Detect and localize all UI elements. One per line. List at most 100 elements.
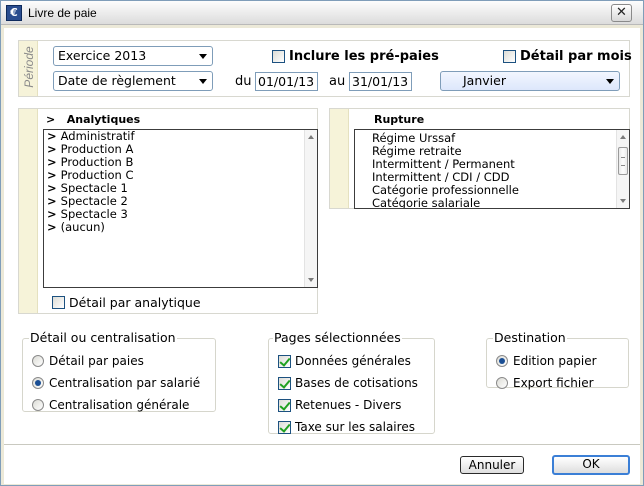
date-from-input[interactable]: 01/01/13 xyxy=(255,72,318,91)
analytiques-list[interactable]: > Administratif > Production A > Production B… xyxy=(43,129,318,288)
close-button[interactable]: ✕ xyxy=(611,4,632,22)
du-label: du xyxy=(235,74,252,89)
expand-marker-icon: > xyxy=(47,168,57,182)
radio-label: Détail par paies xyxy=(49,354,144,368)
page-checkbox[interactable]: Taxe sur les salaires xyxy=(278,420,415,434)
rupture-header: Rupture xyxy=(374,113,425,126)
checkbox-icon xyxy=(272,50,285,63)
ok-button[interactable]: OK xyxy=(552,455,630,475)
page-checkbox[interactable]: Données générales xyxy=(278,354,411,368)
page-checkbox[interactable]: Retenues - Divers xyxy=(278,398,401,412)
detail-centralisation-group: Détail ou centralisation Détail par paie… xyxy=(22,330,216,412)
detail-par-mois-label: Détail par mois xyxy=(520,49,632,64)
rupture-list[interactable]: Régime Urssaf Régime retraite Intermittent… xyxy=(354,129,630,209)
radio-label: Centralisation par salarié xyxy=(49,376,201,390)
list-item-label: Spectacle 1 xyxy=(60,181,128,195)
page-checkbox-label: Retenues - Divers xyxy=(295,398,402,412)
scroll-up-icon[interactable] xyxy=(620,135,626,139)
periode-section: Période Exercice 2013 Date de règlement … xyxy=(18,40,632,97)
radio-label: Export fichier xyxy=(513,376,594,390)
page-checkbox-label: Taxe sur les salaires xyxy=(295,420,415,434)
detail-par-analytique-checkbox[interactable]: Détail par analytique xyxy=(52,295,201,310)
page-checkbox[interactable]: Bases de cotisations xyxy=(278,376,418,390)
analytiques-header-label: Analytiques xyxy=(66,113,141,126)
rupture-tab xyxy=(330,109,349,208)
radio-icon xyxy=(32,355,44,367)
radio-option[interactable]: Edition papier xyxy=(496,354,597,368)
app-euro-icon: € xyxy=(6,5,22,21)
list-item[interactable]: > (aucun) xyxy=(44,221,317,234)
dialog-window: € Livre de paie ✕ Période Exercice 2013 … xyxy=(0,0,644,486)
checkbox-icon xyxy=(278,354,291,368)
radio-option[interactable]: Export fichier xyxy=(496,376,594,390)
list-item-label: (aucun) xyxy=(60,220,105,234)
radio-label: Centralisation générale xyxy=(49,398,190,412)
scroll-up-icon[interactable] xyxy=(308,135,314,139)
destination-title: Destination xyxy=(493,330,567,345)
radio-icon xyxy=(496,377,508,389)
pages-selectionnees-group: Pages sélectionnées Données générales Bas… xyxy=(268,330,435,434)
periode-label: Période xyxy=(22,46,36,88)
radio-icon xyxy=(32,399,44,411)
exercice-select[interactable]: Exercice 2013 xyxy=(53,46,213,66)
scroll-down-icon[interactable] xyxy=(308,278,314,282)
footer-divider xyxy=(4,444,640,445)
date-type-value: Date de règlement xyxy=(58,73,176,88)
list-item-label: Spectacle 3 xyxy=(60,207,128,221)
cancel-button[interactable]: Annuler xyxy=(460,456,524,474)
checkbox-icon xyxy=(278,420,291,434)
radio-icon xyxy=(496,355,508,367)
chevron-down-icon xyxy=(199,54,207,59)
pages-selectionnees-title: Pages sélectionnées xyxy=(273,330,402,345)
expand-marker-icon: > xyxy=(47,194,57,208)
expand-marker-icon: > xyxy=(47,155,57,169)
header-marker: > xyxy=(46,113,56,126)
page-checkbox-label: Données générales xyxy=(295,354,411,368)
scroll-thumb[interactable] xyxy=(618,147,628,175)
scroll-down-icon[interactable] xyxy=(620,199,626,203)
date-type-select[interactable]: Date de règlement xyxy=(53,71,213,91)
radio-option[interactable]: Centralisation générale xyxy=(32,398,189,412)
list-item-label: Production C xyxy=(60,168,134,182)
list-item-label: Administratif xyxy=(60,129,135,143)
radio-option[interactable]: Détail par paies xyxy=(32,354,144,368)
detail-par-mois-checkbox[interactable]: Détail par mois xyxy=(503,49,632,64)
rupture-items: Régime Urssaf Régime retraite Intermittent… xyxy=(355,130,629,209)
radio-label: Edition papier xyxy=(513,354,597,368)
dialog-content: Période Exercice 2013 Date de règlement … xyxy=(4,28,640,484)
checkbox-icon xyxy=(52,296,65,309)
analytiques-items: > Administratif > Production A > Production B… xyxy=(44,130,317,234)
list-item[interactable]: Catégorie salariale xyxy=(355,197,629,209)
analytiques-panel: > Analytiques > Administratif > Production … xyxy=(18,108,318,314)
detail-par-analytique-label: Détail par analytique xyxy=(69,295,201,310)
include-prepaies-checkbox[interactable]: Inclure les pré-paies xyxy=(272,49,439,64)
periode-tab: Période xyxy=(19,41,38,96)
analytiques-scrollbar[interactable] xyxy=(304,130,317,287)
destination-group: Destination Edition papier Export fichier xyxy=(486,330,629,390)
date-to-input[interactable]: 31/01/13 xyxy=(349,72,412,91)
exercice-value: Exercice 2013 xyxy=(58,48,147,63)
expand-marker-icon: > xyxy=(47,220,57,234)
list-item-label: Production A xyxy=(60,142,134,156)
radio-option[interactable]: Centralisation par salarié xyxy=(32,376,200,390)
include-prepaies-label: Inclure les pré-paies xyxy=(289,49,439,64)
expand-marker-icon: > xyxy=(47,181,57,195)
expand-marker-icon: > xyxy=(47,207,57,221)
list-item-label: Production B xyxy=(60,155,134,169)
analytiques-header: > Analytiques xyxy=(46,113,140,126)
page-checkbox-label: Bases de cotisations xyxy=(295,376,418,390)
rupture-panel: Rupture Régime Urssaf Régime retraite Inte… xyxy=(329,108,630,209)
analytiques-tab xyxy=(19,109,38,313)
checkbox-icon xyxy=(278,376,291,390)
expand-marker-icon: > xyxy=(47,129,57,143)
radio-icon xyxy=(32,377,44,389)
title-bar: € Livre de paie ✕ xyxy=(1,1,643,25)
month-select[interactable]: Janvier xyxy=(440,71,620,91)
list-item-label: Spectacle 2 xyxy=(60,194,128,208)
checkbox-icon xyxy=(503,50,516,63)
checkbox-icon xyxy=(278,398,291,412)
chevron-down-icon xyxy=(606,79,614,84)
chevron-down-icon xyxy=(199,79,207,84)
detail-centralisation-title: Détail ou centralisation xyxy=(29,330,177,345)
rupture-scrollbar[interactable] xyxy=(616,130,629,208)
